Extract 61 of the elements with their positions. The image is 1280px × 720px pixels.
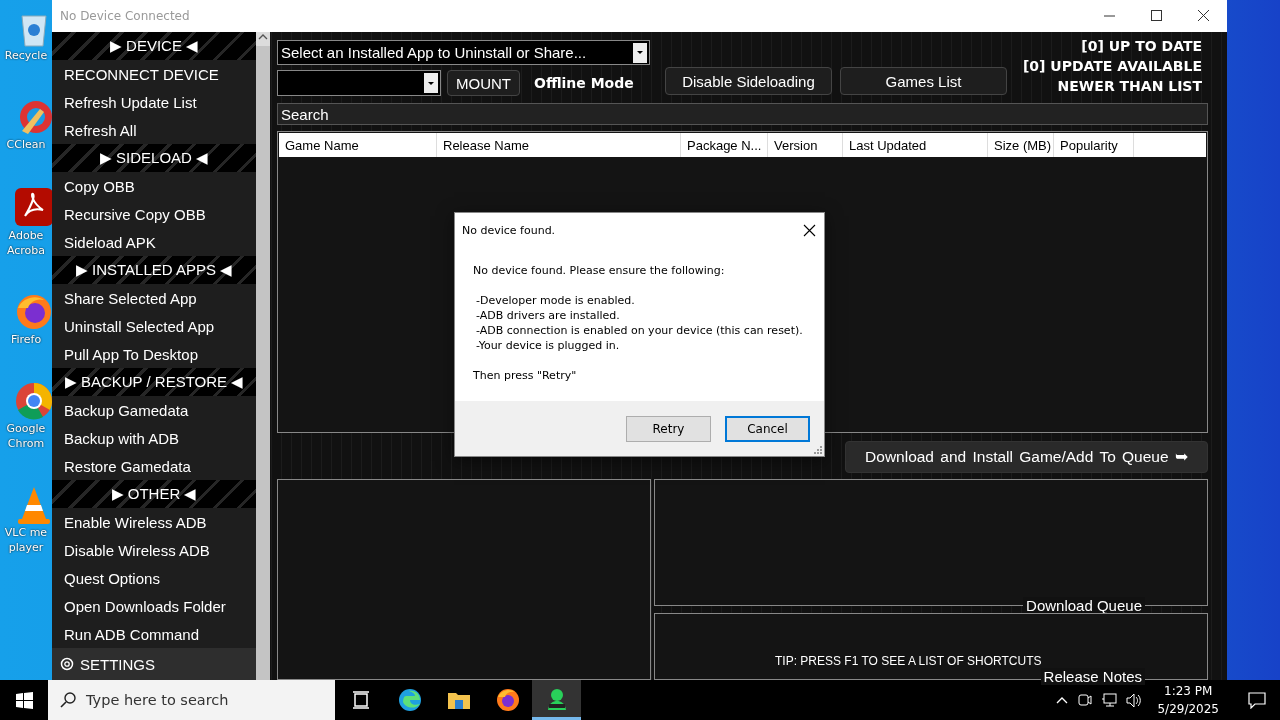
section-header: ▶ OTHER ◀	[52, 480, 256, 508]
requirement-line: -Developer mode is enabled.	[475, 293, 635, 308]
column-header[interactable]: Size (MB)	[988, 133, 1054, 157]
taskbar-app-button[interactable]	[532, 680, 581, 720]
close-icon[interactable]	[803, 223, 816, 237]
requirement-line: -ADB connection is enabled on your device (this can reset).	[475, 323, 803, 338]
section-header: ▶ BACKUP / RESTORE ◀	[52, 368, 256, 396]
section-header: ▶ INSTALLED APPS ◀	[52, 256, 256, 284]
chrome-icon	[14, 381, 52, 421]
column-header[interactable]: Last Updated	[843, 133, 988, 157]
maximize-icon[interactable]	[1151, 10, 1162, 21]
status-text: [0] UPDATE AVAILABLE	[1022, 57, 1202, 76]
camera-icon[interactable]	[1077, 693, 1093, 707]
dialog-instruction: Then press "Retry"	[473, 368, 577, 383]
column-header[interactable]: Game Name	[279, 133, 437, 157]
column-header[interactable]: Popularity	[1054, 133, 1134, 157]
column-header[interactable]: Version	[768, 133, 843, 157]
dialog-title: No device found.	[462, 223, 556, 237]
status-text: [0] UP TO DATE	[1081, 37, 1202, 56]
section-header: ▶ DEVICE ◀	[52, 32, 256, 60]
dialog-button[interactable]: Retry	[626, 415, 711, 442]
search-field[interactable]: Search	[277, 103, 1208, 125]
requirement-line: -Your device is plugged in.	[475, 338, 620, 353]
pdf-app-icon	[13, 186, 52, 228]
volume-icon[interactable]	[1126, 692, 1143, 708]
column-header[interactable]: Package N...	[681, 133, 768, 157]
search-icon	[60, 692, 76, 708]
dropdown-arrow-icon	[428, 81, 434, 85]
notification-icon[interactable]	[1248, 691, 1266, 709]
window-title: No Device Connected	[59, 8, 191, 23]
firefox-icon	[14, 292, 52, 332]
clock-date[interactable]: 5/29/2025	[1157, 700, 1219, 718]
windows-start-icon[interactable]	[15, 691, 33, 709]
requirement-line: -ADB drivers are installed.	[475, 308, 620, 323]
toolbar-button[interactable]: Games List	[840, 67, 1007, 95]
scrollbar-thumb[interactable]	[256, 46, 270, 680]
app-select-dropdown[interactable]: Select an Installed App to Uninstall or Share...	[277, 40, 650, 65]
section-header: ▶ SIDELOAD ◀	[52, 144, 256, 172]
mode-label: Offline Mode	[534, 75, 634, 91]
clock-time[interactable]: 1:23 PM	[1164, 682, 1213, 700]
close-icon[interactable]	[1198, 10, 1209, 21]
status-text: NEWER THAN LIST	[1057, 77, 1202, 96]
download-install-button[interactable]: Download and Install Game/Add To Queue ➥	[845, 441, 1208, 473]
device-dropdown[interactable]	[277, 70, 441, 96]
tip-text: TIP: PRESS F1 TO SEE A LIST OF SHORTCUTS	[775, 654, 1042, 668]
chevron-up-icon[interactable]	[1056, 695, 1069, 705]
mount-button[interactable]: MOUNT	[447, 70, 520, 96]
column-header[interactable]: Release Name	[437, 133, 681, 157]
dropdown-arrow-icon	[637, 51, 643, 54]
toolbar-button[interactable]: Disable Sideloading	[665, 67, 832, 95]
dialog-button[interactable]: Cancel	[725, 415, 810, 442]
taskbar-search-field[interactable]: Type here to search	[48, 680, 335, 720]
panel-label: Release Notes	[1040, 668, 1145, 685]
task-view-icon	[351, 690, 370, 710]
settings-icon	[60, 657, 74, 671]
settings-button[interactable]: SETTINGS	[52, 648, 256, 680]
resize-grip-icon	[813, 445, 823, 455]
network-icon[interactable]	[1101, 693, 1118, 707]
dialog-message: No device found. Please ensure the following:	[473, 263, 725, 278]
browser-icon	[397, 688, 422, 712]
firefox-icon	[495, 688, 520, 712]
